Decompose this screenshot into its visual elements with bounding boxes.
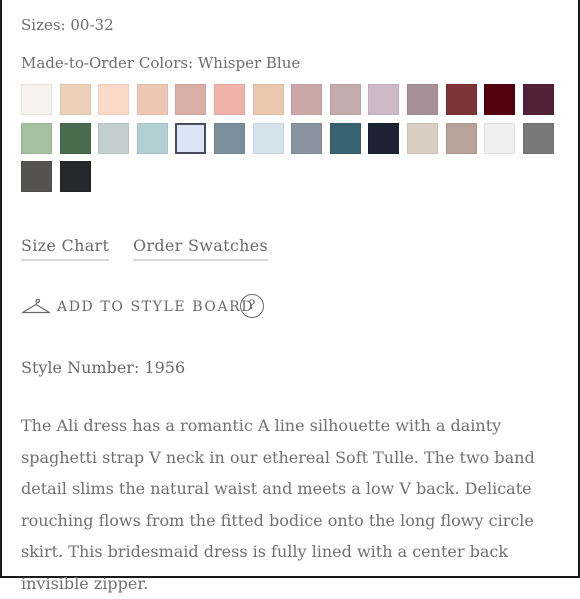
swatch-brick[interactable]: [446, 84, 477, 115]
swatch-mauve-blush[interactable]: [291, 84, 322, 115]
product-description: The Ali dress has a romantic A line silh…: [21, 416, 535, 593]
swatch-wine[interactable]: [484, 84, 515, 115]
swatch-black[interactable]: [60, 161, 91, 192]
style-number: Style Number: 1956: [21, 358, 186, 377]
style-board-label: ADD TO STYLE BOARD: [57, 299, 255, 315]
swatch-plum[interactable]: [523, 84, 554, 115]
hanger-icon: [21, 298, 51, 314]
swatch-whisper-blue[interactable]: [175, 123, 206, 154]
swatch-white[interactable]: [21, 84, 52, 115]
sizes-text: Sizes: 00-32: [21, 16, 114, 34]
swatch-slate-blue[interactable]: [214, 123, 245, 154]
swatch-graphite[interactable]: [523, 123, 554, 154]
swatch-lilac[interactable]: [368, 84, 399, 115]
swatch-peach[interactable]: [60, 84, 91, 115]
swatch-mauve[interactable]: [407, 84, 438, 115]
help-icon[interactable]: ?: [240, 294, 264, 318]
swatch-apricot[interactable]: [137, 84, 168, 115]
swatch-ice[interactable]: [253, 123, 284, 154]
swatch-navy[interactable]: [368, 123, 399, 154]
swatch-forest[interactable]: [60, 123, 91, 154]
swatch-taupe-rose[interactable]: [330, 84, 361, 115]
swatch-cocoa[interactable]: [446, 123, 477, 154]
swatch-charcoal[interactable]: [21, 161, 52, 192]
swatch-sand[interactable]: [253, 84, 284, 115]
swatch-aqua[interactable]: [137, 123, 168, 154]
swatch-silver[interactable]: [484, 123, 515, 154]
swatch-coral[interactable]: [214, 84, 245, 115]
swatch-blush[interactable]: [98, 84, 129, 115]
swatch-dusty-rose[interactable]: [175, 84, 206, 115]
size-chart-link[interactable]: Size Chart: [21, 236, 110, 261]
swatch-mist[interactable]: [98, 123, 129, 154]
swatch-ivory-taupe[interactable]: [407, 123, 438, 154]
swatch-dusk[interactable]: [291, 123, 322, 154]
product-details-panel: Sizes: 00-32 Made-to-Order Colors: Whisp…: [0, 0, 580, 593]
order-swatches-link[interactable]: Order Swatches: [133, 236, 268, 261]
colors-label: Made-to-Order Colors: Whisper Blue: [21, 54, 301, 72]
swatch-sage[interactable]: [21, 123, 52, 154]
swatch-teal[interactable]: [330, 123, 361, 154]
